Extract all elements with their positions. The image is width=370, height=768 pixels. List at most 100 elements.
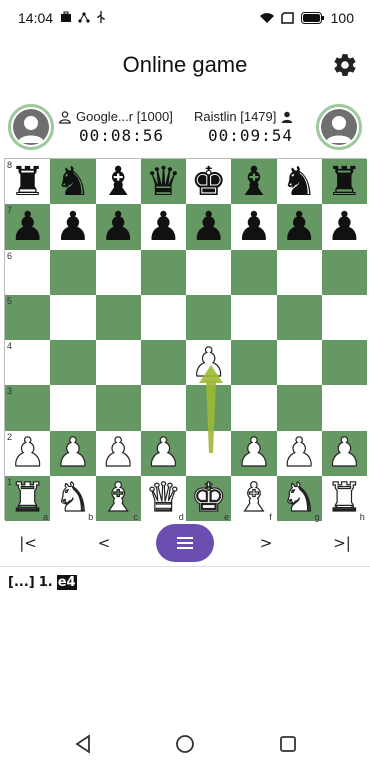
black-rook-icon[interactable]: ♜: [322, 159, 367, 204]
battery-icon: [300, 12, 324, 24]
board-square[interactable]: [321, 249, 367, 295]
avatar-left-image: [13, 109, 49, 145]
file-label: f: [269, 512, 272, 522]
page-title: Online game: [122, 52, 248, 77]
divider: [0, 566, 370, 567]
board-square[interactable]: [50, 249, 96, 295]
rank-label: 4: [7, 341, 13, 351]
board-square[interactable]: [231, 294, 277, 340]
white-pawn-icon[interactable]: ♟: [50, 431, 95, 476]
board-square[interactable]: [276, 340, 322, 386]
current-move[interactable]: e4: [56, 575, 77, 590]
rank-label: 1: [7, 476, 13, 487]
rank-label: 3: [7, 386, 13, 397]
board-square[interactable]: [276, 294, 322, 340]
prev-move-button[interactable]: <: [84, 522, 124, 564]
white-pawn-icon[interactable]: ♟: [277, 431, 322, 476]
last-move-button[interactable]: >|: [322, 522, 362, 564]
black-king-icon[interactable]: ♚: [186, 159, 231, 204]
black-pawn-icon[interactable]: ♟: [50, 204, 95, 249]
person-filled-icon: [282, 111, 293, 123]
black-pawn-icon[interactable]: ♟: [277, 204, 322, 249]
white-pawn-icon[interactable]: ♟: [96, 431, 141, 476]
status-right-icons: 100: [259, 10, 354, 26]
black-bishop-icon[interactable]: ♝: [96, 159, 141, 204]
board-square[interactable]: [95, 294, 141, 340]
board-square[interactable]: [186, 249, 232, 295]
board-square[interactable]: [50, 385, 96, 431]
board-square[interactable]: [186, 385, 232, 431]
board-square[interactable]: [186, 294, 232, 340]
board-square[interactable]: [140, 294, 186, 340]
file-label: a: [43, 512, 49, 522]
status-bar: 14:04 100: [0, 0, 370, 36]
player-left-clock: 00:08:56: [79, 126, 165, 145]
board-square[interactable]: [231, 249, 277, 295]
board-square[interactable]: [95, 385, 141, 431]
board-square[interactable]: [95, 340, 141, 386]
move-nav: |< < > >|: [0, 522, 370, 564]
rank-label: 6: [7, 250, 13, 261]
menu-button[interactable]: [156, 524, 214, 562]
file-label: d: [178, 512, 184, 522]
board-square[interactable]: [231, 385, 277, 431]
black-pawn-icon[interactable]: ♟: [141, 204, 186, 249]
next-move-button[interactable]: >: [246, 522, 286, 564]
briefcase-icon: [61, 11, 71, 22]
player-right-name: Raistlin [1479]: [194, 109, 277, 124]
settings-button[interactable]: [332, 52, 358, 78]
board-square[interactable]: [50, 294, 96, 340]
board-square[interactable]: [50, 340, 96, 386]
board-square[interactable]: [321, 385, 367, 431]
gear-icon: [334, 54, 356, 76]
white-pawn-icon[interactable]: ♟: [141, 431, 186, 476]
move-list: [...] 1. e4: [8, 575, 77, 590]
black-pawn-icon[interactable]: ♟: [186, 204, 231, 249]
black-bishop-icon[interactable]: ♝: [231, 159, 276, 204]
usb-icon: [97, 11, 105, 23]
file-label: e: [224, 512, 230, 522]
avatar-left[interactable]: [8, 104, 54, 150]
status-time: 14:04: [18, 10, 54, 26]
black-knight-icon[interactable]: ♞: [277, 159, 322, 204]
board-square[interactable]: [95, 249, 141, 295]
home-icon[interactable]: [173, 732, 197, 756]
user-icon: [18, 116, 44, 143]
player-right-name-row: Raistlin [1479]: [194, 109, 294, 124]
chess-board[interactable]: ♜ ♞ ♝ ♛ ♚ ♝ ♞ ♜ ♟ ♟ ♟ ♟ ♟ ♟ ♟ ♟ ♟ ♟ ♟ ♟ ♟ ♟ ♟ ♟ ♜ ♞ ♝ ♛ ♚ ♝ ♞ ♜ 8765432…: [4, 158, 367, 522]
share-nodes-icon: [78, 12, 90, 23]
board-square[interactable]: [276, 249, 322, 295]
board-square[interactable]: [140, 340, 186, 386]
board-square[interactable]: [321, 294, 367, 340]
first-move-button[interactable]: |<: [8, 522, 48, 564]
move-list-prefix: [...]: [8, 575, 35, 590]
white-pawn-icon[interactable]: ♟: [231, 431, 276, 476]
black-pawn-icon[interactable]: ♟: [231, 204, 276, 249]
user-icon: [326, 116, 352, 143]
board-square[interactable]: [140, 249, 186, 295]
white-pawn-icon[interactable]: ♟: [186, 340, 231, 385]
board-square[interactable]: [276, 385, 322, 431]
move-number: 1.: [38, 575, 53, 590]
back-icon[interactable]: [72, 732, 96, 756]
black-queen-icon[interactable]: ♛: [141, 159, 186, 204]
board-square[interactable]: [186, 430, 232, 476]
rank-label: 8: [7, 160, 13, 170]
avatar-right[interactable]: [316, 104, 362, 150]
player-left-name-row: Google...r [1000]: [58, 109, 173, 124]
file-label: h: [359, 512, 365, 522]
player-left-name: Google...r [1000]: [76, 109, 173, 124]
file-label: c: [133, 512, 139, 522]
board-square[interactable]: [231, 340, 277, 386]
black-pawn-icon[interactable]: ♟: [322, 204, 367, 249]
black-pawn-icon[interactable]: ♟: [96, 204, 141, 249]
recents-icon[interactable]: [276, 732, 300, 756]
board-square[interactable]: [140, 385, 186, 431]
white-pawn-icon[interactable]: ♟: [322, 431, 367, 476]
avatar-right-image: [321, 109, 357, 145]
black-knight-icon[interactable]: ♞: [50, 159, 95, 204]
file-label: b: [88, 512, 94, 522]
system-nav-bar: [0, 728, 370, 760]
person-outline-icon: [59, 110, 71, 124]
board-square[interactable]: [321, 340, 367, 386]
